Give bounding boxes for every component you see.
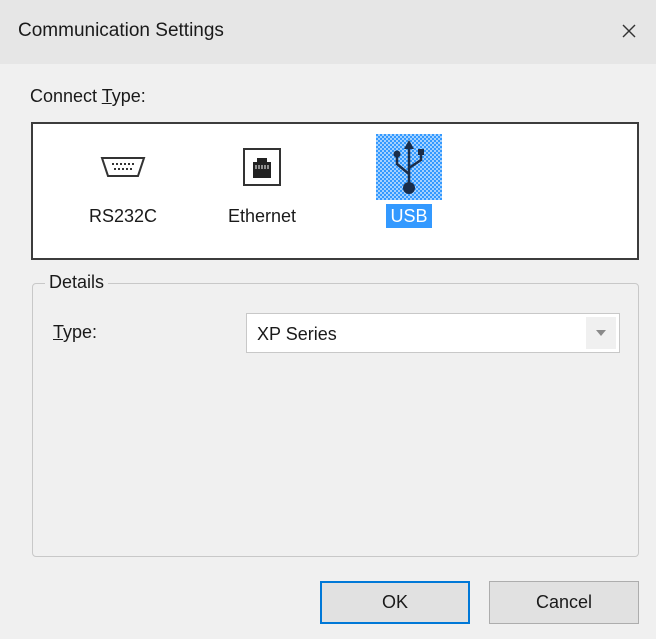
cancel-button[interactable]: Cancel <box>489 581 639 624</box>
connect-type-label: Connect Type: <box>30 86 146 107</box>
close-button[interactable] <box>614 14 644 48</box>
ok-button[interactable]: OK <box>320 581 470 624</box>
connect-type-ethernet[interactable]: Ethernet <box>207 124 317 258</box>
connect-type-list: RS232C Ethernet USB <box>31 122 639 260</box>
connect-type-rs232c-text: RS232C <box>88 206 158 226</box>
usb-icon <box>376 134 442 200</box>
details-group: Details Type: XP Series <box>32 272 639 557</box>
type-field-label-suffix: ype: <box>63 322 98 342</box>
serial-port-icon <box>90 134 156 200</box>
connect-type-label: USB <box>354 204 464 228</box>
connect-type-usb[interactable]: USB <box>354 124 464 258</box>
type-field-label: Type: <box>53 322 97 343</box>
connect-type-label-mnemonic: T <box>101 86 112 106</box>
type-dropdown-value: XP Series <box>257 324 337 344</box>
connect-type-label: RS232C <box>68 206 178 227</box>
connect-type-label-prefix: Connect <box>30 86 102 106</box>
window-title: Communication Settings <box>18 20 224 41</box>
connect-type-label-suffix: ype: <box>111 86 146 106</box>
title-bar: Communication Settings <box>0 0 656 64</box>
connect-type-label: Ethernet <box>207 206 317 227</box>
connect-type-ethernet-text: Ethernet <box>227 206 297 226</box>
type-dropdown[interactable]: XP Series <box>246 313 620 353</box>
close-icon <box>622 24 636 38</box>
connect-type-rs232c[interactable]: RS232C <box>68 124 178 258</box>
connect-type-usb-text: USB <box>386 204 432 228</box>
communication-settings-dialog: Communication Settings Connect Type: RS2… <box>0 0 656 639</box>
ethernet-port-icon <box>229 134 295 200</box>
dropdown-arrow-button[interactable] <box>586 317 616 349</box>
details-legend: Details <box>45 272 109 293</box>
chevron-down-icon <box>596 330 606 336</box>
type-field-label-mnemonic: T <box>53 322 64 342</box>
